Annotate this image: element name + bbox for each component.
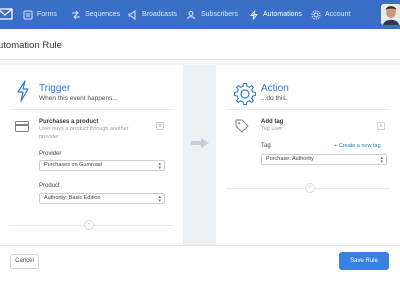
action-subtitle: ...do this. xyxy=(261,95,288,102)
select-caret-icon: ▴ ▾ xyxy=(158,194,161,204)
provider-select[interactable]: Purchases on Gumroad ▴ ▾ xyxy=(39,160,165,171)
subscribers-icon xyxy=(187,10,195,19)
avatar-portrait-icon xyxy=(381,4,400,25)
provider-select-value: Purchases on Gumroad xyxy=(44,162,103,168)
action-panel: Action ...do this. Add tag Tag user x Ta… xyxy=(216,65,400,245)
product-select-value: Authority: Basic Edition xyxy=(44,195,101,201)
flow-arrow-band xyxy=(183,65,216,245)
add-trigger-button[interactable]: + xyxy=(84,220,94,230)
tag-label: Tag xyxy=(261,143,271,149)
nav-item-account[interactable]: Account xyxy=(311,0,350,29)
cancel-button[interactable]: Cancel xyxy=(10,254,39,269)
nav-item-sequences[interactable]: Sequences xyxy=(71,0,120,29)
sequences-icon xyxy=(72,10,80,19)
tag-select-value: Purchase: Authority xyxy=(266,156,314,162)
trigger-divider xyxy=(10,109,173,110)
action-title: Action xyxy=(261,83,289,94)
select-caret-icon: ▴ ▾ xyxy=(380,155,383,165)
page-title: utomation Rule xyxy=(0,40,62,51)
nav-label-subscribers: Subscribers xyxy=(201,11,238,18)
account-icon xyxy=(311,10,321,19)
nav-label-sequences: Sequences xyxy=(85,11,121,18)
avatar[interactable] xyxy=(381,4,400,25)
trigger-title: Trigger xyxy=(39,83,71,94)
automations-icon xyxy=(250,9,258,20)
create-new-tag-link[interactable]: + Create a new tag xyxy=(334,143,381,149)
action-divider xyxy=(226,109,390,110)
lightning-bolt-icon xyxy=(17,80,29,102)
action-step-title: Add tag xyxy=(261,119,284,125)
trigger-step-description: User buys a product through another prov… xyxy=(39,126,129,140)
nav-label-account: Account xyxy=(325,11,351,18)
product-select[interactable]: Authority: Basic Edition ▴ ▾ xyxy=(39,193,165,204)
footer-bar: Cancel Save Rule xyxy=(0,245,400,284)
gear-icon xyxy=(233,82,257,106)
remove-trigger-button[interactable]: x xyxy=(156,122,164,130)
automation-rule-card: Trigger When this event happens... Purch… xyxy=(0,65,400,245)
credit-card-icon xyxy=(15,121,29,132)
nav-label-broadcasts: Broadcasts xyxy=(142,11,178,18)
mail-logo-icon[interactable] xyxy=(0,7,14,21)
nav-item-subscribers[interactable]: Subscribers xyxy=(187,0,238,29)
title-bar: utomation Rule xyxy=(0,29,400,60)
tag-icon xyxy=(235,119,249,133)
save-rule-button[interactable]: Save Rule xyxy=(339,252,389,270)
forms-icon xyxy=(23,10,33,19)
trigger-panel: Trigger When this event happens... Purch… xyxy=(0,65,183,245)
trigger-subtitle: When this event happens... xyxy=(39,95,118,102)
provider-label: Provider xyxy=(39,151,62,157)
select-caret-icon: ▴ ▾ xyxy=(158,161,161,171)
trigger-step-title: Purchases a product xyxy=(39,119,99,125)
top-navigation: Forms Sequences Broadcasts Subscribers A… xyxy=(0,0,400,29)
nav-label-automations: Automations xyxy=(263,11,302,18)
add-action-button[interactable]: + xyxy=(305,183,315,193)
nav-item-broadcasts[interactable]: Broadcasts xyxy=(128,0,177,29)
nav-item-forms[interactable]: Forms xyxy=(23,0,57,29)
broadcasts-icon xyxy=(128,9,136,20)
nav-label-forms: Forms xyxy=(37,11,57,18)
remove-action-button[interactable]: x xyxy=(377,122,385,130)
nav-item-automations[interactable]: Automations xyxy=(249,0,302,29)
product-label: Product xyxy=(39,183,60,189)
action-step-description: Tag user xyxy=(261,126,283,132)
arrow-right-icon xyxy=(191,138,209,148)
tag-select[interactable]: Purchase: Authority ▴ ▾ xyxy=(261,154,387,165)
